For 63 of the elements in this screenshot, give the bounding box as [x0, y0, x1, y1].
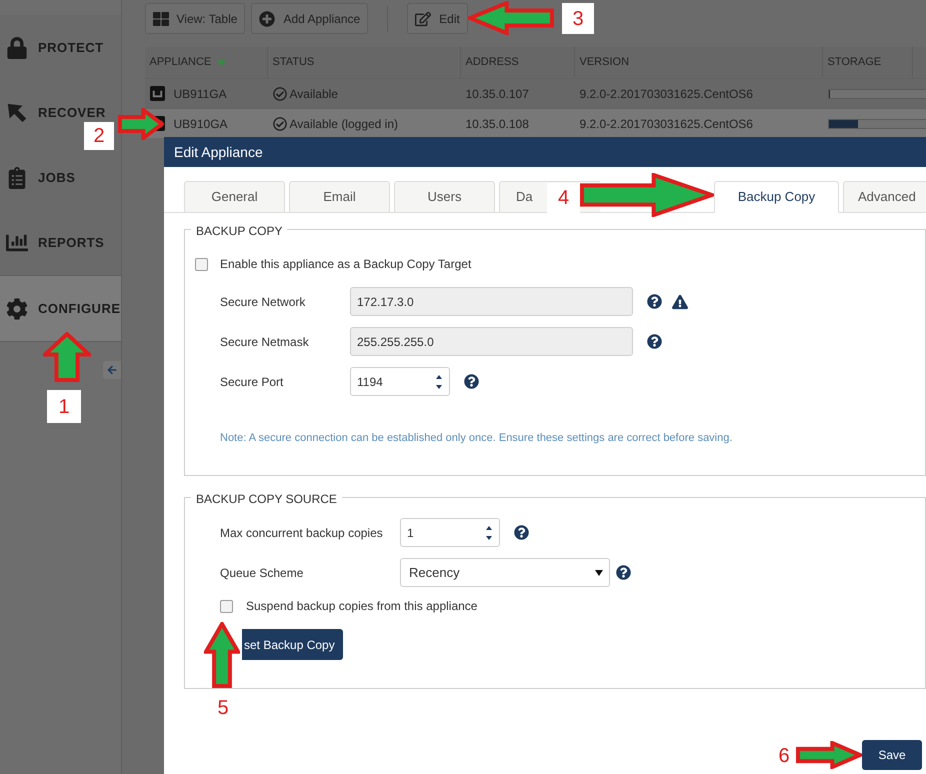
annotation-arrow	[118, 108, 164, 140]
dropdown[interactable]: Recency	[400, 558, 610, 587]
step-number: 3	[562, 3, 594, 34]
collapse-button[interactable]	[102, 361, 120, 379]
step-number: 1	[47, 390, 81, 423]
number-field[interactable]: 1194	[350, 367, 450, 396]
checkbox[interactable]	[220, 600, 233, 612]
arrow-icon	[6, 102, 28, 124]
tab[interactable]: General	[184, 181, 285, 213]
sort-down-icon	[217, 60, 226, 66]
field-label: Secure Network	[220, 294, 306, 310]
table-cell-text: 9.2.0-2.201703031625.CentOS6	[578, 116, 754, 132]
tab[interactable]: Users	[394, 181, 495, 213]
nav-item[interactable]: JOBS	[0, 145, 120, 210]
toolbar-button[interactable]: Add Appliance	[251, 3, 368, 34]
spinner-arrows-icon[interactable]	[485, 524, 493, 540]
toolbar-button[interactable]: View: Table	[144, 3, 246, 34]
table-cell-text: 10.35.0.108	[464, 116, 530, 132]
note-text: Note: A secure connection can be established only once. Ensure these settings are correct before saving.	[219, 431, 734, 446]
nav-item[interactable]: PROTECT	[0, 15, 120, 80]
grid-icon	[152, 10, 168, 26]
table-row[interactable]: UB910GA Available (logged in) 10.35.0.108 9.2.0-2.201703031625.CentOS6	[144, 108, 926, 138]
lock-icon	[6, 36, 28, 58]
tab[interactable]: Advanced	[843, 181, 926, 213]
appliance-icon	[150, 86, 164, 101]
help-icon[interactable]	[464, 374, 479, 389]
plus-icon	[259, 10, 276, 26]
save-button[interactable]: Save	[862, 740, 922, 770]
table-cell-text: 10.35.0.107	[464, 86, 530, 102]
field-label: Max concurrent backup copies	[220, 524, 384, 542]
checkbox[interactable]	[195, 258, 208, 270]
dialog-title: Edit Appliance	[174, 142, 263, 162]
step-number: 2	[84, 122, 114, 150]
toolbar-button[interactable]: Edit	[407, 3, 468, 34]
help-icon[interactable]	[514, 525, 529, 540]
spinner-arrows-icon[interactable]	[435, 374, 443, 390]
clipboard-icon	[6, 166, 28, 188]
annotation-arrow	[43, 332, 91, 382]
annotation-arrow	[204, 622, 240, 688]
table-cell-text: Available	[290, 86, 338, 102]
table-cell-text: 9.2.0-2.201703031625.CentOS6	[578, 86, 754, 102]
arrow-left-icon	[106, 365, 116, 375]
checkbox-label: Suspend backup copies from this appliance	[246, 598, 478, 615]
table-cell-text: UB910GA	[174, 116, 228, 132]
step-number: 4	[547, 183, 580, 213]
field-label: Queue Scheme	[220, 564, 304, 582]
settings-icon	[6, 298, 28, 320]
field-label: Secure Port	[220, 374, 284, 390]
dropdown-caret-icon	[595, 570, 603, 576]
tab[interactable]: Email	[289, 181, 390, 213]
checkbox-label: Enable this appliance as a Backup Copy Target	[220, 256, 472, 273]
table-row[interactable]: UB911GA Available 10.35.0.107 9.2.0-2.201703031625.CentOS6	[144, 78, 926, 108]
reset-button[interactable]: set Backup Copy	[242, 629, 343, 660]
help-icon[interactable]	[616, 565, 631, 580]
annotation-arrow	[796, 741, 862, 769]
nav-item[interactable]: CONFIGURE	[0, 276, 120, 341]
edit-icon	[415, 10, 432, 26]
tab[interactable]: Backup Copy	[714, 181, 839, 213]
number-field[interactable]: 1	[400, 518, 500, 547]
field-label: Secure Netmask	[220, 334, 310, 350]
table-cell-text: Available (logged in)	[290, 116, 398, 132]
nav-item[interactable]: REPORTS	[0, 210, 120, 275]
table-cell-text: UB911GA	[174, 86, 227, 102]
